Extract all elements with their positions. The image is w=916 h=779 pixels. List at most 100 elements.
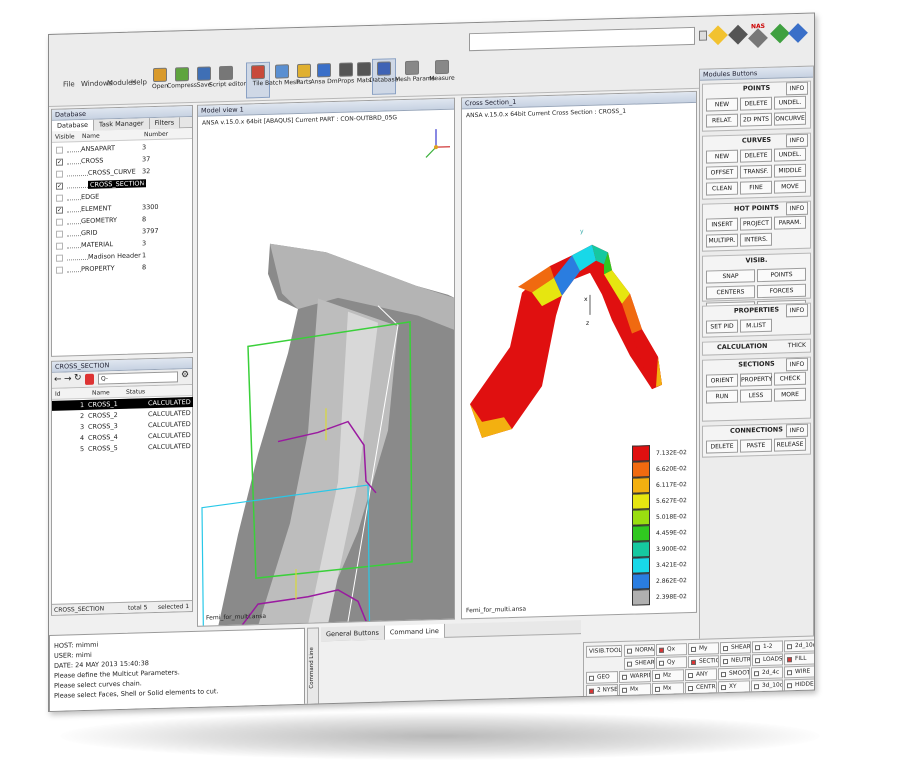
visib-toggle-2d-4c[interactable]: 2d_4c	[751, 666, 783, 680]
module-button-new[interactable]: NEW	[706, 97, 738, 112]
module-button-paste[interactable]: PASTE	[740, 438, 772, 453]
visib-toggle-my[interactable]: My	[688, 642, 719, 656]
visib-toggle-smooth[interactable]: SMOOTH	[718, 667, 750, 681]
visib-toggle-2-nyses[interactable]: 2 NYSES	[586, 684, 618, 697]
visib-toggle-hidden[interactable]: HIDDEN	[784, 678, 815, 692]
module-info-connections[interactable]: INFO	[786, 423, 808, 438]
module-button-relat-[interactable]: RELAT.	[706, 113, 738, 128]
module-button-more[interactable]: MORE	[774, 387, 806, 402]
module-button-new[interactable]: NEW	[706, 149, 738, 164]
visib-toggle-fill[interactable]: FILL	[784, 652, 815, 666]
visibility-checkbox[interactable]	[56, 194, 63, 202]
tag-icon[interactable]	[708, 25, 728, 46]
tab-command-line[interactable]: Command Line	[384, 623, 445, 640]
solver-icon[interactable]	[748, 28, 768, 49]
blue-tool-icon[interactable]	[788, 23, 808, 43]
module-button-offset[interactable]: OFFSET	[706, 165, 738, 180]
visib-toggle-section[interactable]: SECTION	[688, 655, 719, 669]
cross-section-viewport[interactable]: Cross Section_1 ANSA v.15.0.x 64bit Curr…	[461, 90, 697, 620]
module-info-points[interactable]: INFO	[786, 81, 808, 96]
tab-general-buttons[interactable]: General Buttons	[321, 625, 385, 642]
module-button-delete[interactable]: DELETE	[740, 96, 772, 111]
model-viewport[interactable]: Model view 1 ANSA v.15.0.x 64bit [ABAQUS…	[197, 97, 455, 627]
module-button-delete[interactable]: DELETE	[740, 148, 772, 163]
menu-file[interactable]: File	[63, 80, 75, 88]
visibility-checkbox[interactable]	[56, 146, 63, 154]
module-button-inters-[interactable]: INTERS.	[740, 232, 772, 247]
module-button-snap[interactable]: SNAP	[706, 269, 755, 284]
module-info-sections[interactable]: INFO	[786, 357, 808, 372]
visib-toggle-neutral[interactable]: NEUTRAL	[720, 654, 751, 668]
module-button-transf-[interactable]: TRANSF.	[740, 164, 772, 179]
visib-toggle-mx[interactable]: Mx	[652, 682, 684, 696]
module-button-orient[interactable]: ORIENT	[706, 373, 738, 388]
green-tool-icon[interactable]	[770, 23, 790, 44]
visibility-checkbox[interactable]: ✓	[56, 158, 63, 166]
module-button-clean[interactable]: CLEAN	[706, 181, 738, 196]
module-button-property[interactable]: PROPERTY	[740, 372, 772, 387]
scroll-icon[interactable]	[699, 30, 707, 41]
toolbar-database-button[interactable]: Database	[370, 58, 398, 95]
module-button-undel-[interactable]: UNDEL.	[774, 147, 806, 162]
module-button-oncurve[interactable]: ONCURVE	[774, 111, 806, 126]
gear-icon[interactable]: ⚙	[181, 370, 189, 380]
col-status[interactable]: Status	[126, 388, 145, 396]
forward-arrow-icon[interactable]: →	[64, 374, 72, 384]
visibility-checkbox[interactable]	[56, 230, 63, 238]
search-input[interactable]	[469, 26, 695, 52]
col-number[interactable]: Number	[144, 131, 168, 139]
tree-row[interactable]: PROPERTY 8	[56, 261, 190, 276]
module-info-hotpoints[interactable]: INFO	[786, 201, 808, 216]
visib-toggle-1-2[interactable]: 1-2	[752, 640, 783, 654]
col-name[interactable]: Name	[82, 133, 100, 140]
module-button-centers[interactable]: CENTERS	[706, 285, 755, 300]
module-thick-label[interactable]: THICK	[788, 342, 806, 350]
visib-toggle-geo[interactable]: GEO	[586, 671, 618, 684]
visib-toggle-normal[interactable]: NORMAL	[624, 644, 655, 657]
visibility-checkbox[interactable]	[56, 266, 63, 274]
filter-icon[interactable]	[85, 373, 94, 385]
refresh-icon[interactable]: ↻	[74, 373, 82, 383]
toolbar-measure-button[interactable]: Measure	[429, 58, 455, 93]
visibility-checkbox[interactable]	[56, 170, 63, 178]
module-button-forces[interactable]: FORCES	[757, 283, 806, 299]
visib-toggle-shear-c[interactable]: SHEAR C	[720, 641, 751, 655]
visib-toggle-loads[interactable]: LOADS	[752, 653, 783, 667]
module-button-multipr-[interactable]: MULTIPR.	[706, 233, 738, 248]
visib-tool-title[interactable]: VISIB.TOOL	[586, 644, 622, 658]
module-button-middle[interactable]: MIDDLE	[774, 163, 806, 178]
module-button-move[interactable]: MOVE	[774, 179, 806, 194]
module-button-undel-[interactable]: UNDEL.	[774, 95, 806, 110]
module-info-properties[interactable]: INFO	[786, 303, 808, 318]
module-button-insert[interactable]: INSERT	[706, 217, 738, 232]
cube-icon[interactable]	[728, 24, 748, 45]
visib-toggle-xy[interactable]: XY	[718, 680, 750, 694]
module-button-fine[interactable]: FINE	[740, 180, 772, 195]
visibility-checkbox[interactable]: ✓	[56, 206, 63, 214]
visib-toggle-qy[interactable]: Qy	[656, 656, 687, 669]
log-side-tab[interactable]: Command Line	[307, 627, 319, 706]
tab-filters[interactable]: Filters	[149, 117, 181, 130]
cross-section-search[interactable]: Q-	[98, 371, 178, 385]
module-button-check[interactable]: CHECK	[774, 371, 806, 386]
module-button-project[interactable]: PROJECT	[740, 216, 772, 231]
module-button-points[interactable]: POINTS	[757, 267, 806, 283]
module-button-less[interactable]: LESS	[740, 388, 772, 403]
visib-toggle-mz[interactable]: Mz	[652, 669, 684, 683]
module-group-calculation[interactable]: CALCULATION THICK	[702, 338, 811, 356]
visibility-checkbox[interactable]: ✓	[56, 182, 63, 190]
module-button-param-[interactable]: PARAM.	[774, 215, 806, 230]
visib-toggle-wire[interactable]: WIRE	[784, 665, 815, 679]
toolbar-script-editor-button[interactable]: Script editor	[209, 64, 246, 99]
col-name[interactable]: Name	[92, 389, 110, 396]
visibility-checkbox[interactable]	[56, 242, 63, 250]
visib-toggle-centroid[interactable]: CENTROID	[685, 681, 717, 695]
module-info-curves[interactable]: INFO	[786, 133, 808, 148]
toolbar-mesh-params-button[interactable]: Mesh Params	[395, 59, 435, 94]
visib-toggle-warping[interactable]: WARPING	[619, 670, 651, 684]
visib-toggle-2d-10c[interactable]: 2d_10c	[784, 639, 815, 653]
visib-toggle-any[interactable]: ANY	[685, 668, 717, 682]
back-arrow-icon[interactable]: ←	[54, 375, 62, 385]
module-button-run[interactable]: RUN	[706, 389, 738, 404]
visibility-checkbox[interactable]	[56, 254, 63, 262]
